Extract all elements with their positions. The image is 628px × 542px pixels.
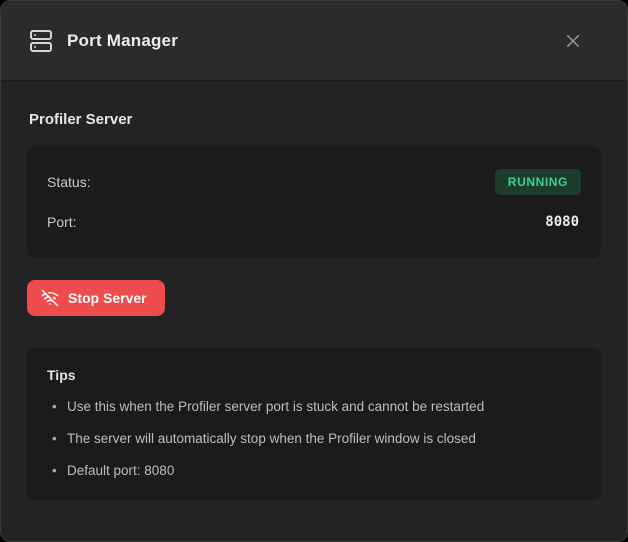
status-panel: Status: RUNNING Port: 8080 xyxy=(27,146,601,258)
window-title: Port Manager xyxy=(67,31,178,51)
status-row: Status: RUNNING xyxy=(47,168,581,196)
port-manager-dialog: Port Manager Profiler Server Status: RUN… xyxy=(0,0,628,542)
stop-server-label: Stop Server xyxy=(68,290,147,306)
dialog-content: Profiler Server Status: RUNNING Port: 80… xyxy=(1,81,627,541)
stop-server-button[interactable]: Stop Server xyxy=(27,280,165,316)
port-label: Port: xyxy=(47,214,77,230)
tip-item: Use this when the Profiler server port i… xyxy=(47,397,581,416)
wifi-off-icon xyxy=(41,289,59,307)
tips-heading: Tips xyxy=(47,367,581,383)
port-value: 8080 xyxy=(545,214,581,230)
status-badge: RUNNING xyxy=(495,169,581,195)
tip-item: The server will automatically stop when … xyxy=(47,429,581,448)
tips-panel: Tips Use this when the Profiler server p… xyxy=(27,348,601,500)
server-icon xyxy=(29,29,53,53)
status-label: Status: xyxy=(47,174,91,190)
tips-list: Use this when the Profiler server port i… xyxy=(47,397,581,480)
close-icon xyxy=(564,32,582,50)
tip-item: Default port: 8080 xyxy=(47,461,581,480)
close-button[interactable] xyxy=(559,27,587,55)
titlebar: Port Manager xyxy=(1,1,627,81)
profiler-server-heading: Profiler Server xyxy=(29,111,601,128)
port-row: Port: 8080 xyxy=(47,208,581,236)
